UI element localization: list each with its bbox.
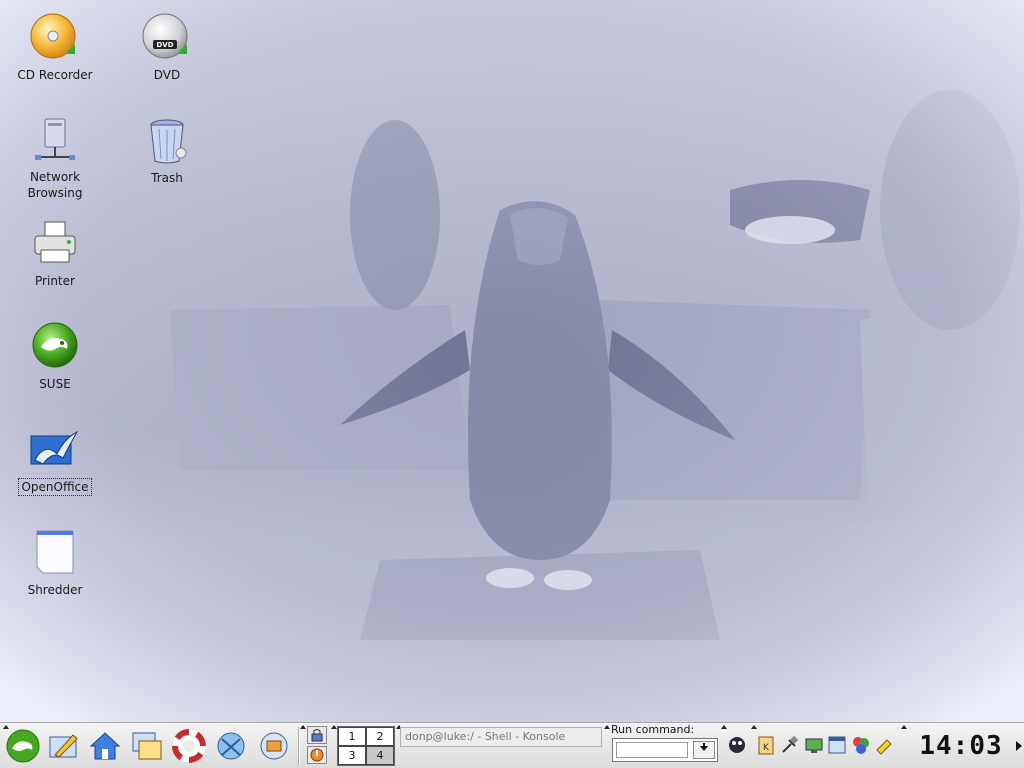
desktop-icon-label: Trash [151,171,183,185]
desktop-icon-suse[interactable]: SUSE [5,321,105,392]
cd-recorder-icon [30,13,76,59]
kmenu-button[interactable] [4,727,42,765]
tray-keys[interactable] [873,734,895,756]
dvd-icon: DVD [142,13,188,59]
applet-menu-arrow-icon[interactable] [300,725,306,729]
display-icon [805,738,823,753]
browser-button[interactable] [212,727,250,765]
home-button[interactable] [86,727,124,765]
desktop-icon-label: OpenOffice [18,478,92,496]
desktop-icon-label: Network Browsing [27,170,83,200]
desktop-icon-dvd[interactable]: DVD DVD [117,12,217,83]
arrow-down-icon [700,743,708,751]
run-command-label: Run command: [611,723,695,736]
desktop-icon-openoffice[interactable]: OpenOffice [5,424,105,496]
suse-icon [32,322,78,368]
tray-monitor[interactable] [803,734,825,756]
system-settings-button[interactable] [255,727,293,765]
color-balls-icon [853,737,869,754]
lock-icon [311,729,323,742]
desktop-icon-shredder[interactable]: Shredder [5,527,105,598]
desktop-access-button[interactable] [45,727,83,765]
pager-desktop-2[interactable]: 2 [366,727,394,746]
window-manager-icon [828,736,846,754]
desktop-icon-label: Printer [35,274,75,288]
run-command-input[interactable] [616,742,688,758]
desktop-icon-label: DVD [153,68,181,82]
tray-menu-arrow-icon-2[interactable] [751,725,757,729]
pager-desktop-3[interactable]: 3 [338,746,366,765]
lifebuoy-icon [172,729,206,763]
window-list-button[interactable] [127,727,165,765]
suse-chameleon-icon [6,729,40,763]
desktop-icon [49,734,78,758]
desktop-icon-trash[interactable]: Trash [117,115,217,186]
tray-network[interactable] [779,734,801,756]
home-icon [89,732,121,760]
desktop[interactable]: CD Recorder DVD DVD Network Browsing Tra… [0,0,1024,722]
lock-screen-button[interactable] [307,726,327,744]
tray-kde-colors[interactable] [850,734,872,756]
desktop-icon-printer[interactable]: Printer [5,218,105,289]
desktop-icon-label: Shredder [27,583,83,597]
task-konsole[interactable]: donp@luke:/ - Shell - Konsole [400,727,602,747]
penguin-wallpaper [0,0,1024,722]
run-command-combo [612,738,718,762]
desktop-icon-cd-recorder[interactable]: CD Recorder [5,12,105,83]
run-command-dropdown[interactable] [693,741,715,759]
desktop-icon-network-browsing[interactable]: Network Browsing [5,115,105,201]
tray-suse-watcher[interactable] [726,734,748,756]
svg-text:DVD: DVD [156,41,173,49]
key-icon [876,739,892,755]
panel-separator [298,727,300,765]
tray-klipper[interactable]: K [755,734,777,756]
clipboard-icon: K [758,736,774,755]
update-watcher-icon [729,737,745,753]
printer-icon [34,221,76,263]
panel-clock[interactable]: 14:03 [912,730,1010,762]
network-icon [35,118,75,160]
pager-desktop-4[interactable]: 4 [366,746,394,765]
runcommand-menu-arrow-icon[interactable] [604,725,610,729]
network-plug-icon [782,735,799,753]
tray-kwallet[interactable] [826,734,848,756]
desktop-icon-label: CD Recorder [17,68,93,82]
kicker-panel: 1 2 3 4 donp@luke:/ - Shell - Konsole Ru… [0,722,1024,768]
konqueror-icon [217,732,245,760]
logout-button[interactable] [307,746,327,764]
openoffice-icon [30,430,79,465]
help-button[interactable] [170,727,208,765]
shredder-icon [36,530,74,574]
windows-icon [132,732,162,760]
power-icon [310,748,324,762]
desktop-icon-label: SUSE [39,377,71,391]
clock-menu-arrow-icon[interactable] [901,725,907,729]
desktop-pager: 1 2 3 4 [337,726,395,766]
panel-scroll-right-icon[interactable] [1016,741,1022,751]
trash-icon [150,119,187,164]
tray-menu-arrow-icon[interactable] [721,725,727,729]
kcontrol-icon [260,732,288,760]
pager-desktop-1[interactable]: 1 [338,727,366,746]
